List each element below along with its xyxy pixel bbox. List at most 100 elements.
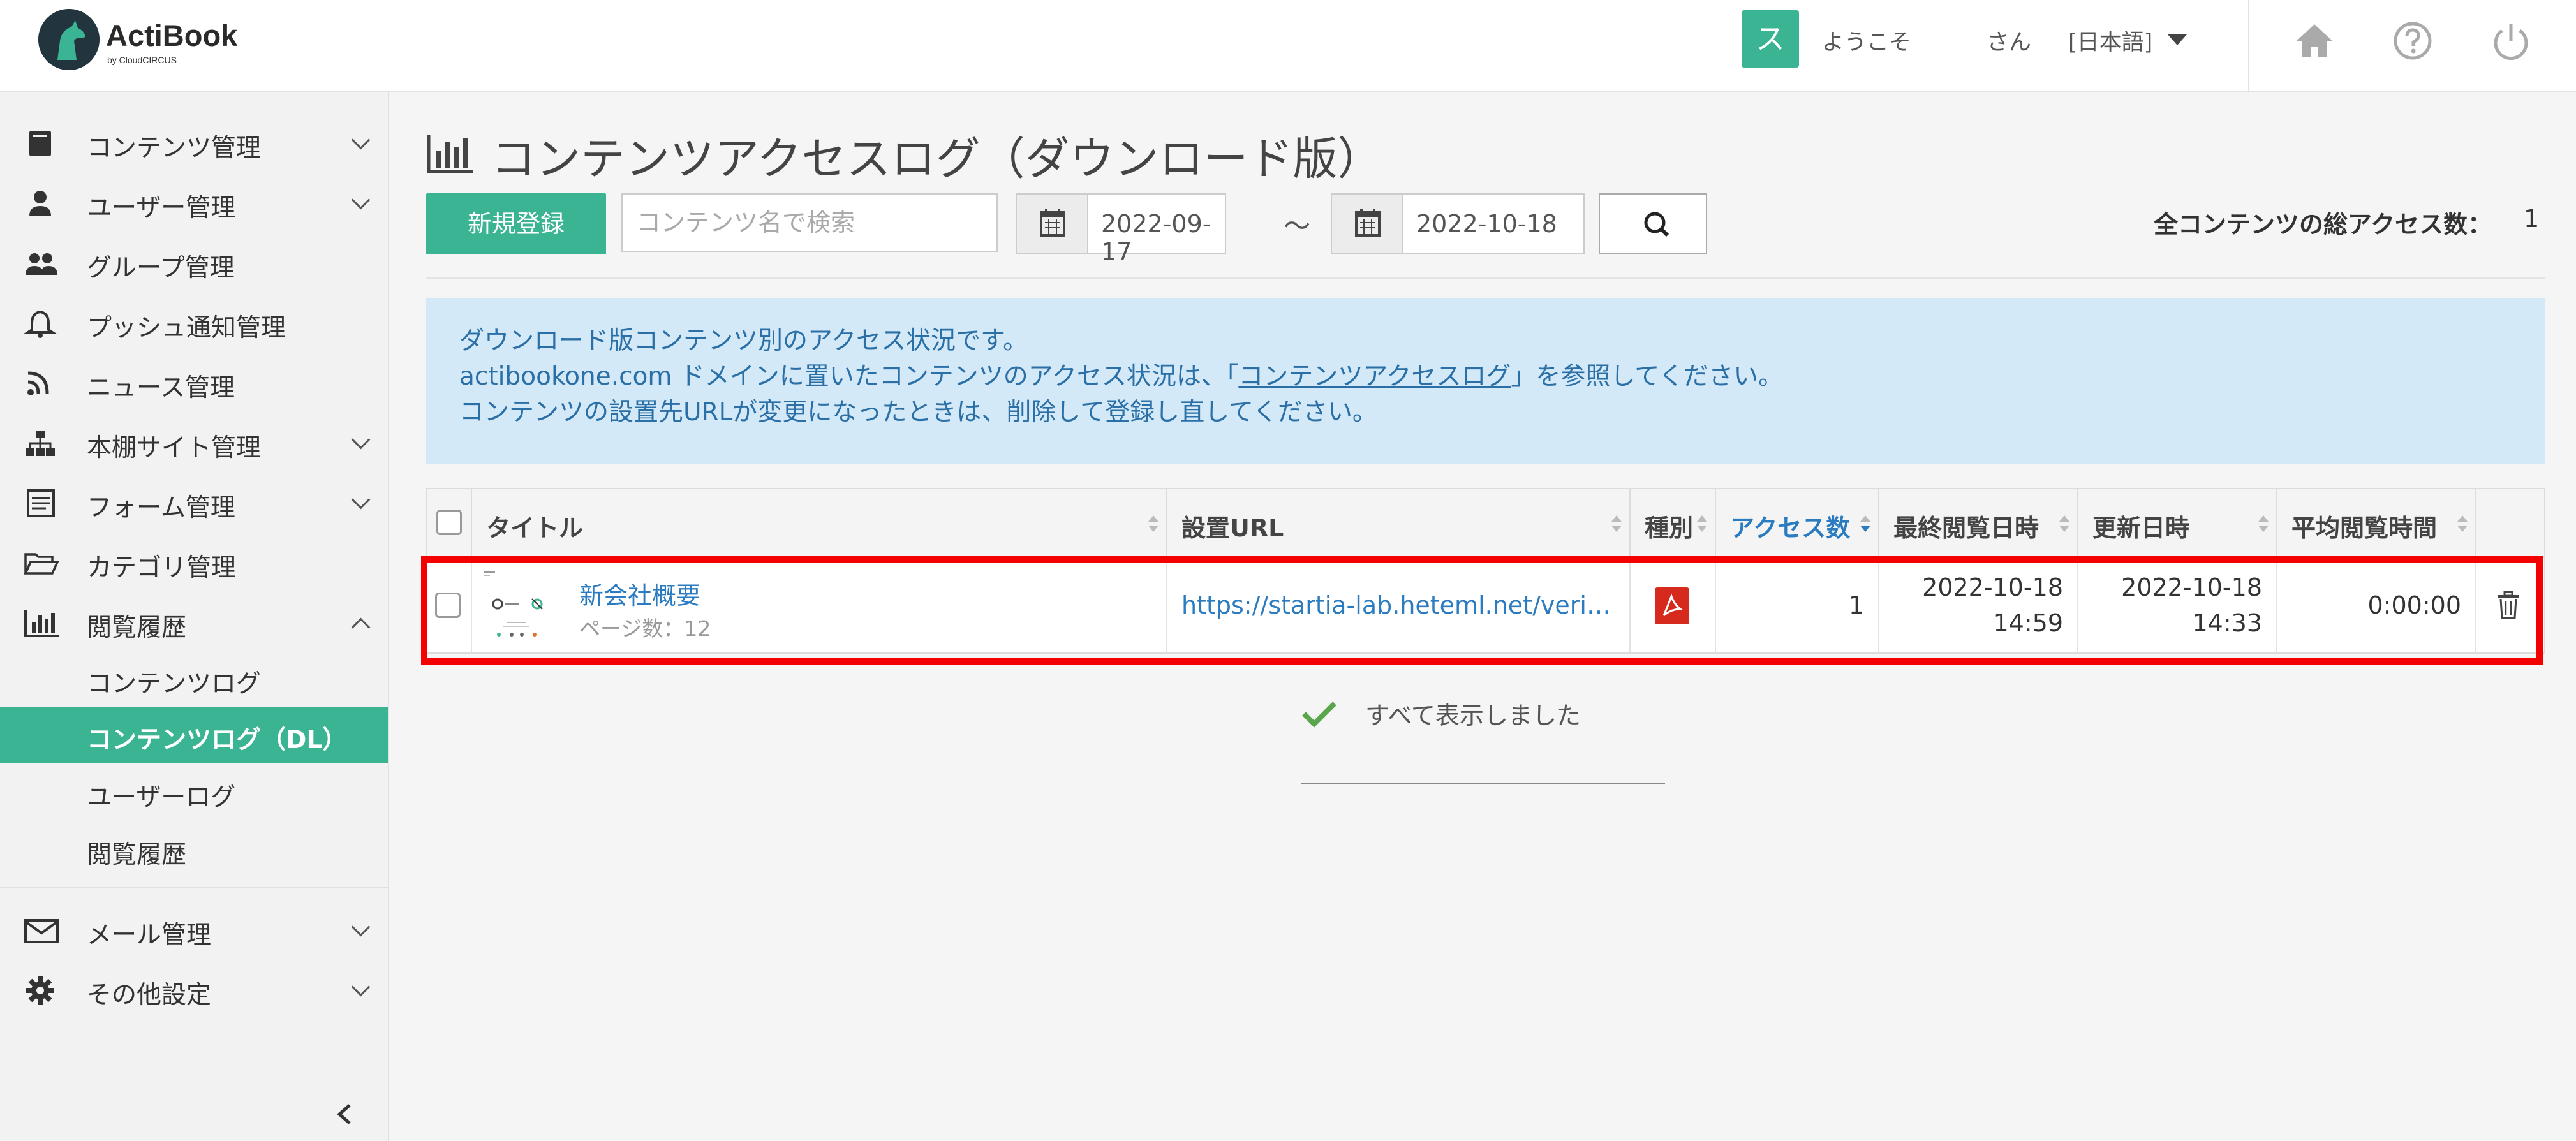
column-header-label: タイトル (486, 514, 584, 542)
header-select-all (427, 489, 472, 557)
date-from-field[interactable]: 2022-09-17 (1016, 193, 1226, 266)
sidebar-item-news[interactable]: ニュース管理 (0, 354, 388, 411)
column-header-url[interactable]: 設置URL (1167, 489, 1631, 557)
info-line-1: ダウンロード版コンテンツ別のアクセス状況です。 (459, 327, 1028, 355)
logo-mark-icon (38, 9, 100, 70)
sidebar-subitem-user-log[interactable]: ユーザーログ (0, 765, 388, 821)
column-header-label: 平均閲覧時間 (2291, 514, 2438, 542)
info-line-3: コンテンツの設置先URLが変更になったときは、削除して登録し直してください。 (459, 398, 1377, 427)
search-icon (1644, 212, 1669, 237)
welcome-text: ようこそ (1822, 30, 1912, 55)
date-from-value: 2022-09-17 (1101, 210, 1211, 266)
divider (1301, 783, 1665, 784)
sidebar-item-history[interactable]: 閲覧履歴 (0, 594, 388, 651)
sidebar-subitem-history[interactable]: 閲覧履歴 (0, 822, 388, 878)
check-icon (1301, 700, 1337, 728)
column-header-label: 更新日時 (2092, 514, 2190, 542)
form-icon (23, 488, 61, 519)
access-count-cell: 1 (1716, 558, 1879, 652)
column-header-avg-time[interactable]: 平均閲覧時間 (2277, 489, 2476, 557)
sidebar-collapse-icon[interactable] (332, 1101, 357, 1127)
sidebar-item-settings[interactable]: その他設定 (0, 961, 388, 1019)
sidebar-item-users[interactable]: ユーザー管理 (0, 174, 388, 232)
content-url-link[interactable]: https://startia-lab.heteml.net/verifi… (1181, 591, 1623, 619)
avg-time-cell: 0:00:00 (2277, 558, 2476, 652)
user-avatar[interactable]: ス (1742, 10, 1799, 68)
sidebar-item-label: カテゴリ管理 (87, 554, 237, 582)
content-access-log-link[interactable]: コンテンツアクセスログ (1238, 362, 1511, 391)
all-shown-message: すべて表示しました (1365, 702, 1581, 730)
sort-icon (1148, 515, 1158, 532)
group-icon (23, 248, 61, 279)
sidebar-item-categories[interactable]: カテゴリ管理 (0, 534, 388, 591)
sidebar-item-label: 閲覧履歴 (87, 614, 187, 642)
calendar-icon[interactable] (1017, 195, 1088, 253)
sidebar-subitem-label: 閲覧履歴 (87, 841, 187, 869)
row-checkbox[interactable] (435, 593, 461, 618)
sort-icon (2258, 515, 2269, 532)
sidebar-item-label: プッシュ通知管理 (87, 314, 286, 342)
sort-icon (1697, 515, 1707, 532)
power-icon[interactable] (2489, 19, 2533, 63)
page-count: ページ数：12 (579, 616, 711, 641)
chevron-down-icon (351, 130, 371, 150)
sidebar-subitem-label: ユーザーログ (87, 783, 236, 812)
bar-chart-icon (426, 132, 475, 174)
sidebar-item-label: その他設定 (87, 981, 212, 1010)
info-message: ダウンロード版コンテンツ別のアクセス状況です。 actibookone.com … (426, 298, 2545, 464)
mail-icon (23, 915, 61, 946)
column-header-title[interactable]: タイトル (472, 489, 1167, 557)
sidebar-item-push[interactable]: プッシュ通知管理 (0, 294, 388, 351)
search-input[interactable] (621, 193, 998, 252)
select-all-checkbox[interactable] (436, 510, 462, 535)
chevron-down-icon (351, 977, 371, 997)
trash-icon[interactable] (2496, 590, 2521, 621)
sort-desc-icon (1860, 515, 1870, 532)
home-icon[interactable] (2293, 19, 2336, 63)
sidebar-item-mail[interactable]: メール管理 (0, 901, 388, 959)
new-register-button[interactable]: 新規登録 (426, 193, 606, 254)
sidebar-subitem-label: コンテンツログ (87, 670, 262, 698)
column-header-label: 最終閲覧日時 (1893, 514, 2039, 542)
search-button[interactable] (1599, 193, 1707, 254)
type-cell (1631, 558, 1716, 652)
help-icon[interactable] (2391, 19, 2434, 63)
date-separator: ～ (1284, 210, 1311, 242)
row-select-cell (427, 558, 472, 652)
sort-icon (2457, 515, 2468, 532)
sidebar-subitem-label: コンテンツログ（DL） (87, 726, 348, 755)
column-header-type[interactable]: 種別 (1631, 489, 1716, 557)
column-header-access-count[interactable]: アクセス数 (1716, 489, 1879, 557)
column-header-actions (2476, 489, 2544, 557)
content-title-link[interactable]: 新会社概要 (579, 576, 700, 611)
column-header-updated[interactable]: 更新日時 (2078, 489, 2277, 557)
caret-down-icon[interactable] (2168, 34, 2187, 45)
language-selector[interactable]: [日本語] (2068, 24, 2152, 57)
last-viewed-date: 2022-10-18 (1922, 573, 2063, 601)
sidebar-subitem-content-log-dl[interactable]: コンテンツログ（DL） (0, 707, 388, 763)
sidebar-item-content[interactable]: コンテンツ管理 (0, 114, 388, 172)
calendar-icon[interactable] (1332, 195, 1403, 253)
bell-icon (23, 308, 61, 339)
user-san-text: さん (1987, 30, 2032, 55)
last-viewed-time: 14:59 (1993, 609, 2063, 637)
column-header-last-viewed[interactable]: 最終閲覧日時 (1879, 489, 2078, 557)
sidebar-item-bookshelf[interactable]: 本棚サイト管理 (0, 414, 388, 471)
sort-icon (2059, 515, 2069, 532)
chevron-down-icon (351, 917, 371, 937)
sidebar-item-forms[interactable]: フォーム管理 (0, 474, 388, 531)
sidebar-item-label: フォーム管理 (87, 494, 235, 522)
table-row[interactable]: 新会社概要 ページ数：12 https://startia-lab.heteml… (426, 558, 2545, 654)
logo-title: ActiBook (106, 18, 238, 52)
date-to-field[interactable]: 2022-10-18 (1331, 193, 1585, 254)
last-viewed-cell: 2022-10-18 14:59 (1879, 558, 2078, 652)
content-thumbnail[interactable] (481, 568, 551, 642)
gear-icon (23, 975, 61, 1006)
actibook-logo[interactable]: ActiBook by CloudCIRCUS (38, 9, 293, 80)
main-content: コンテンツアクセスログ（ダウンロード版） 新規登録 2022-09-17 ～ 2… (389, 92, 2576, 1141)
sidebar-subitem-content-log[interactable]: コンテンツログ (0, 651, 388, 707)
avg-view-time: 0:00:00 (2367, 591, 2462, 619)
title-cell: 新会社概要 ページ数：12 (472, 558, 1167, 652)
sidebar-item-groups[interactable]: グループ管理 (0, 234, 388, 291)
url-cell: https://startia-lab.heteml.net/verifi… (1167, 558, 1631, 652)
